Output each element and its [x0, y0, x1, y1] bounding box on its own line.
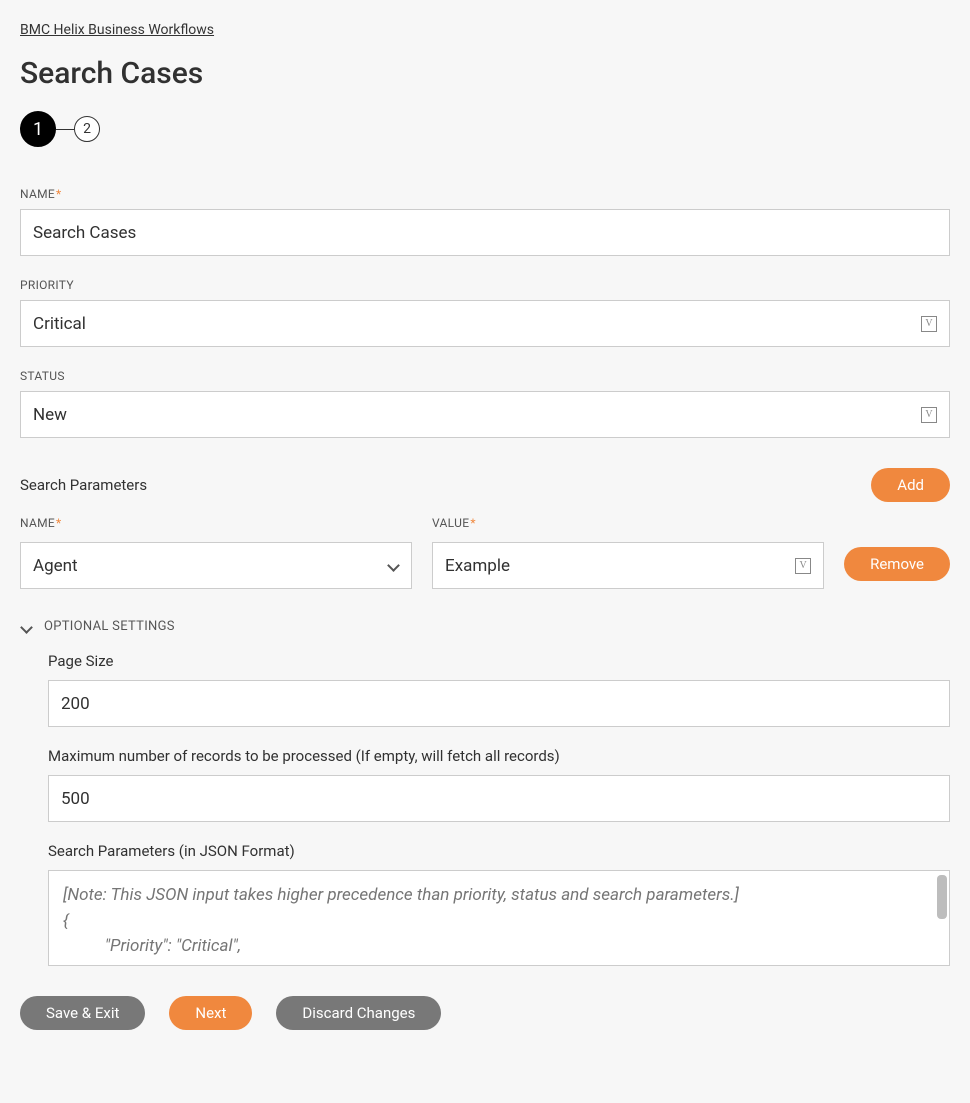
- status-label: STATUS: [20, 369, 950, 383]
- variable-icon[interactable]: V: [795, 558, 811, 574]
- next-button[interactable]: Next: [169, 996, 252, 1030]
- name-label: NAME*: [20, 187, 950, 201]
- max-records-input[interactable]: [48, 775, 950, 822]
- json-params-textarea[interactable]: [49, 871, 935, 965]
- status-value: New: [33, 405, 921, 425]
- priority-select[interactable]: Critical V: [20, 300, 950, 347]
- breadcrumb[interactable]: BMC Helix Business Workflows: [20, 22, 214, 38]
- json-params-wrap: [48, 870, 950, 966]
- remove-col: Remove: [844, 547, 950, 589]
- param-name-value: Agent: [33, 556, 78, 576]
- name-field-group: NAME*: [20, 187, 950, 256]
- footer: Save & Exit Next Discard Changes: [20, 996, 950, 1030]
- optional-settings-body: Page Size Maximum number of records to b…: [20, 652, 950, 966]
- json-params-field: Search Parameters (in JSON Format): [48, 842, 950, 966]
- search-param-row: NAME* Agent VALUE* Example V Remove: [20, 516, 950, 589]
- max-records-field: Maximum number of records to be processe…: [48, 747, 950, 822]
- name-label-text: NAME: [20, 187, 55, 201]
- param-value-value: Example: [445, 556, 795, 576]
- page-size-input[interactable]: [48, 680, 950, 727]
- name-input[interactable]: [20, 209, 950, 256]
- json-params-label: Search Parameters (in JSON Format): [48, 842, 950, 860]
- chevron-down-icon: [20, 621, 32, 633]
- scrollbar-thumb[interactable]: [937, 875, 947, 919]
- variable-icon[interactable]: V: [921, 316, 937, 332]
- param-name-label: NAME*: [20, 516, 412, 530]
- status-select[interactable]: New V: [20, 391, 950, 438]
- status-field-group: STATUS New V: [20, 369, 950, 438]
- optional-settings-toggle[interactable]: OPTIONAL SETTINGS: [20, 619, 950, 634]
- param-value-col: VALUE* Example V: [432, 516, 824, 589]
- optional-settings-label: OPTIONAL SETTINGS: [44, 619, 175, 634]
- step-connector: [56, 129, 74, 130]
- param-name-col: NAME* Agent: [20, 516, 412, 589]
- page-size-label: Page Size: [48, 652, 950, 670]
- param-value-label-text: VALUE: [432, 516, 469, 530]
- priority-label: PRIORITY: [20, 278, 950, 292]
- priority-field-group: PRIORITY Critical V: [20, 278, 950, 347]
- save-exit-button[interactable]: Save & Exit: [20, 996, 145, 1030]
- param-value-input[interactable]: Example V: [432, 542, 824, 589]
- max-records-label: Maximum number of records to be processe…: [48, 747, 950, 765]
- search-params-header-row: Search Parameters Add: [20, 468, 950, 502]
- remove-button[interactable]: Remove: [844, 547, 950, 581]
- required-star-icon: *: [470, 516, 475, 530]
- variable-icon[interactable]: V: [921, 407, 937, 423]
- step-2[interactable]: 2: [74, 116, 100, 142]
- param-name-label-text: NAME: [20, 516, 55, 530]
- required-star-icon: *: [56, 187, 61, 201]
- discard-button[interactable]: Discard Changes: [276, 996, 441, 1030]
- required-star-icon: *: [56, 516, 61, 530]
- page-size-field: Page Size: [48, 652, 950, 727]
- add-button[interactable]: Add: [871, 468, 950, 502]
- step-1[interactable]: 1: [20, 111, 56, 147]
- chevron-down-icon: [387, 556, 399, 576]
- param-value-label: VALUE*: [432, 516, 824, 530]
- stepper: 1 2: [20, 111, 950, 147]
- search-params-header: Search Parameters: [20, 476, 147, 494]
- page-title: Search Cases: [20, 56, 950, 91]
- param-name-select[interactable]: Agent: [20, 542, 412, 589]
- priority-value: Critical: [33, 314, 921, 334]
